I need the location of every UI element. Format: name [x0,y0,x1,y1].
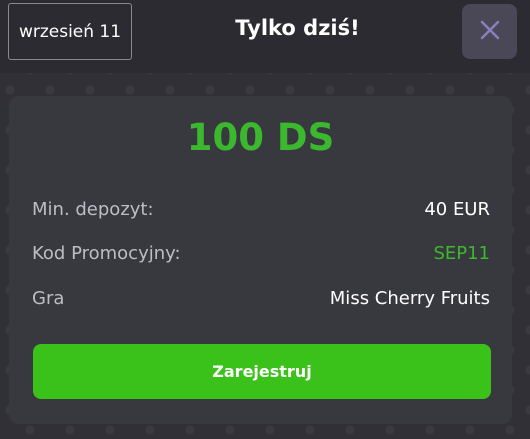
min-deposit-value: 40 EUR [424,199,490,220]
promo-code-label: Kod Promocyjny: [32,243,181,264]
date-badge: wrzesień 11 [8,3,132,60]
offer-card: 100 DS Min. depozyt: 40 EUR Kod Promocyj… [9,96,512,424]
close-button[interactable] [462,4,517,59]
game-label: Gra [32,288,65,309]
page-title: Tylko dziś! [235,16,360,40]
promo-code-value: SEP11 [433,243,490,264]
game-value: Miss Cherry Fruits [329,288,490,309]
register-button[interactable]: Zarejestruj [33,344,491,399]
bonus-amount: 100 DS [186,116,335,159]
header: wrzesień 11 Tylko dziś! [0,0,530,73]
min-deposit-label: Min. depozyt: [32,199,154,220]
close-icon [478,18,502,46]
